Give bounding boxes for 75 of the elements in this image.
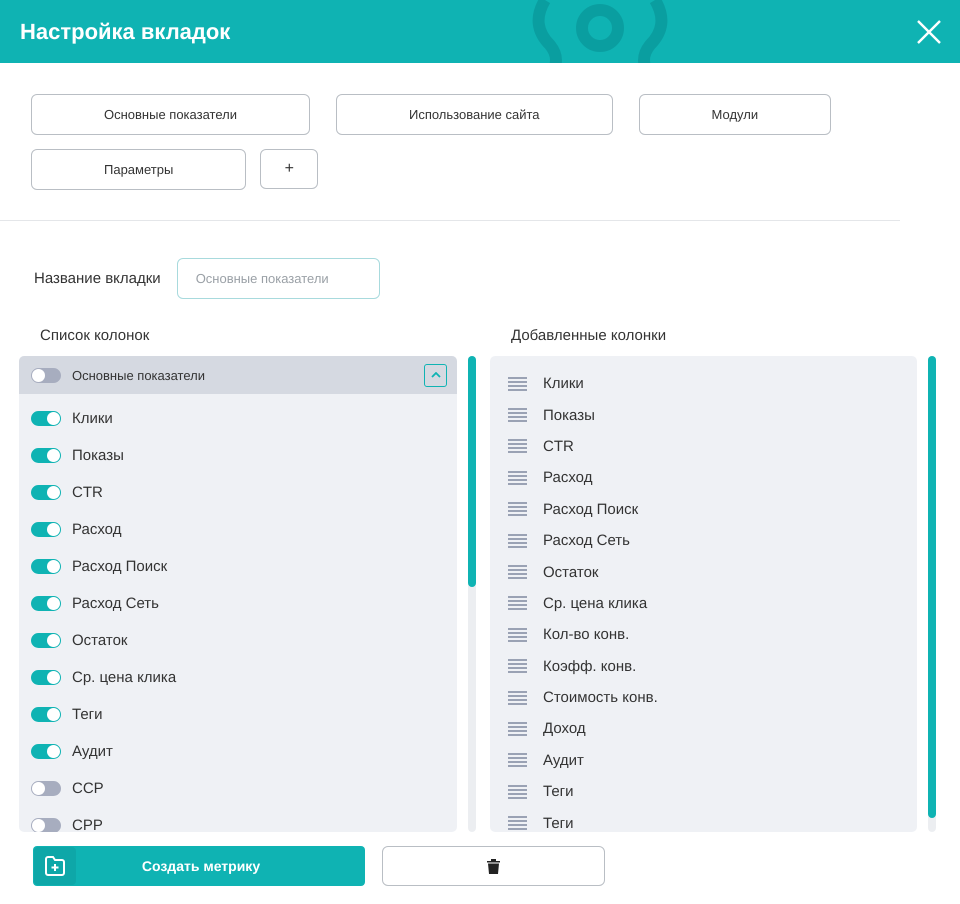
tab-name-field[interactable]: Основные показатели bbox=[176, 258, 380, 299]
toggle-switch[interactable] bbox=[31, 781, 61, 796]
toggle-switch[interactable] bbox=[31, 818, 61, 832]
scrollbar[interactable] bbox=[928, 356, 936, 832]
toggle-switch[interactable] bbox=[31, 707, 61, 722]
folder-plus-icon bbox=[44, 855, 66, 877]
column-label: Теги bbox=[543, 814, 574, 832]
add-tab-button[interactable]: + bbox=[260, 149, 318, 189]
field-label: Название вкладки bbox=[34, 270, 161, 287]
drag-handle-icon[interactable] bbox=[508, 534, 527, 548]
tab[interactable]: Основные показатели bbox=[31, 94, 310, 135]
column-label: Кол-во конв. bbox=[543, 626, 630, 644]
dialog-title: Настройка вкладок bbox=[20, 18, 230, 44]
scrollbar[interactable] bbox=[468, 356, 476, 832]
toggle-switch[interactable] bbox=[31, 522, 61, 537]
column-label: Расход Сеть bbox=[72, 595, 159, 612]
drag-handle-icon[interactable] bbox=[508, 816, 527, 830]
toggle-switch[interactable] bbox=[31, 670, 61, 685]
toggle-switch[interactable] bbox=[31, 596, 61, 611]
tab[interactable]: Параметры bbox=[31, 149, 246, 190]
drag-handle-icon[interactable] bbox=[508, 470, 527, 485]
drag-handle-icon[interactable] bbox=[508, 628, 527, 642]
column-label: Расход bbox=[72, 521, 122, 538]
column-label: Ср. цена клика bbox=[72, 669, 176, 686]
close-icon bbox=[916, 18, 942, 44]
trash-icon bbox=[487, 858, 500, 874]
delete-button[interactable] bbox=[382, 846, 605, 886]
tab[interactable]: Модули bbox=[638, 94, 832, 135]
toggle-switch[interactable] bbox=[31, 744, 61, 759]
column-label: Коэфф. конв. bbox=[543, 658, 636, 675]
column-label: CTR bbox=[72, 484, 103, 501]
drag-handle-icon[interactable] bbox=[508, 439, 527, 454]
column-label: Аудит bbox=[72, 743, 113, 760]
column-label: Остаток bbox=[72, 632, 128, 649]
column-label: Расход Поиск bbox=[543, 500, 638, 518]
column-label: Расход Сеть bbox=[543, 532, 630, 550]
tab[interactable]: Использование сайта bbox=[336, 94, 613, 135]
toggle-switch[interactable] bbox=[31, 485, 61, 500]
collapse-button[interactable] bbox=[424, 364, 447, 386]
column-label: Расход Поиск bbox=[72, 558, 168, 575]
drag-handle-icon[interactable] bbox=[508, 565, 527, 580]
drag-handle-icon[interactable] bbox=[508, 502, 527, 516]
drag-handle-icon[interactable] bbox=[508, 408, 527, 422]
close-button[interactable] bbox=[916, 18, 942, 44]
toggle-switch[interactable] bbox=[31, 633, 61, 648]
section-title: Список колонок bbox=[40, 327, 150, 344]
column-label: Теги bbox=[543, 783, 574, 800]
column-label: Аудит bbox=[543, 752, 584, 769]
toggle-switch[interactable] bbox=[31, 448, 61, 463]
column-label: CPP bbox=[72, 817, 103, 832]
column-label: CCP bbox=[72, 780, 104, 797]
drag-handle-icon[interactable] bbox=[508, 753, 527, 768]
drag-handle-icon[interactable] bbox=[508, 376, 527, 391]
column-label: Теги bbox=[72, 706, 103, 723]
section-title: Добавленные колонки bbox=[511, 327, 668, 344]
toggle-switch[interactable] bbox=[31, 368, 61, 382]
column-label: Расход bbox=[543, 469, 592, 486]
column-label: Доход bbox=[543, 720, 586, 738]
column-label: Остаток bbox=[543, 564, 598, 581]
column-label: Клики bbox=[543, 375, 584, 392]
drag-handle-icon[interactable] bbox=[508, 659, 527, 674]
column-label: Клики bbox=[72, 410, 113, 427]
toggle-switch[interactable] bbox=[31, 411, 61, 426]
drag-handle-icon[interactable] bbox=[508, 690, 527, 705]
drag-handle-icon[interactable] bbox=[508, 784, 527, 799]
drag-handle-icon[interactable] bbox=[508, 722, 527, 736]
column-label: Стоимость конв. bbox=[543, 689, 658, 706]
column-label: Показы bbox=[543, 406, 595, 424]
toggle-switch[interactable] bbox=[31, 559, 61, 574]
column-label: Показы bbox=[72, 447, 124, 464]
column-label: CTR bbox=[543, 438, 574, 455]
column-label: Ср. цена клика bbox=[543, 594, 648, 612]
group-label: Основные показатели bbox=[72, 368, 206, 382]
drag-handle-icon[interactable] bbox=[508, 596, 527, 610]
chevron-up-icon bbox=[430, 372, 440, 378]
